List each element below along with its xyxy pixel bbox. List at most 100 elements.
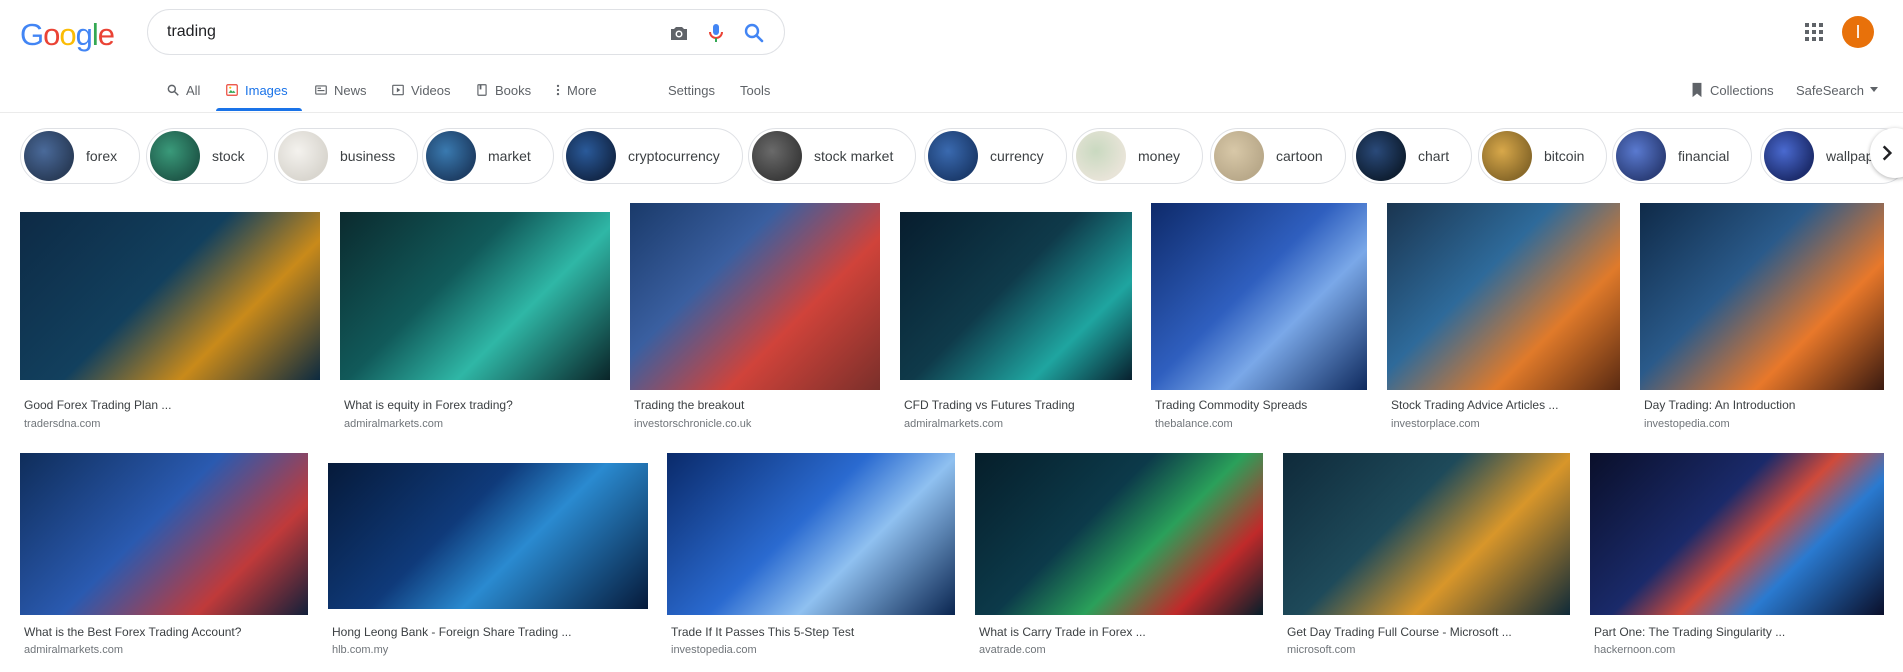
chip-stock[interactable]: stock — [146, 128, 268, 184]
logo-letter: o — [43, 17, 60, 52]
bookmark-icon — [1692, 82, 1702, 98]
image-result[interactable]: Day Trading: An Introduction investopedi… — [1640, 203, 1884, 432]
image-result[interactable]: Good Forex Trading Plan ... tradersdna.c… — [20, 212, 320, 432]
chip-money[interactable]: money — [1072, 128, 1204, 184]
result-image[interactable] — [1590, 453, 1884, 615]
result-site[interactable]: microsoft.com — [1287, 644, 1355, 656]
tab-videos[interactable]: Videos — [391, 80, 451, 100]
play-icon — [392, 84, 404, 96]
image-result[interactable]: Trade If It Passes This 5-Step Test inve… — [667, 453, 955, 663]
tab-label: Images — [245, 82, 288, 98]
chip-business[interactable]: business — [274, 128, 419, 184]
image-result[interactable]: Trading Commodity Spreads thebalance.com — [1151, 203, 1367, 432]
image-result[interactable]: Get Day Trading Full Course - Microsoft … — [1283, 453, 1570, 663]
chip-chart[interactable]: chart — [1352, 128, 1473, 184]
safesearch-dropdown[interactable]: SafeSearch — [1796, 80, 1878, 100]
tab-label: More — [567, 82, 597, 98]
microphone-icon[interactable] — [704, 21, 728, 45]
result-site[interactable]: investopedia.com — [1644, 418, 1730, 430]
result-title[interactable]: What is the Best Forex Trading Account? — [24, 625, 241, 639]
newspaper-icon — [315, 85, 327, 95]
chip-stock-market[interactable]: stock market — [748, 128, 917, 184]
result-image[interactable] — [20, 212, 320, 380]
result-image[interactable] — [340, 212, 610, 380]
result-site[interactable]: tradersdna.com — [24, 418, 100, 430]
camera-icon[interactable] — [667, 21, 691, 45]
chip-thumbnail — [426, 131, 476, 181]
result-title[interactable]: What is equity in Forex trading? — [344, 398, 513, 412]
result-site[interactable]: admiralmarkets.com — [904, 418, 1003, 430]
tab-more[interactable]: More — [555, 80, 597, 100]
chip-label: chart — [1418, 148, 1450, 164]
tab-label: News — [334, 82, 367, 98]
chip-label: financial — [1678, 148, 1730, 164]
tab-label: Videos — [411, 82, 451, 98]
image-result[interactable]: What is equity in Forex trading? admiral… — [340, 212, 610, 432]
chip-cryptocurrency[interactable]: cryptocurrency — [562, 128, 743, 184]
chip-forex[interactable]: forex — [20, 128, 141, 184]
result-site[interactable]: hlb.com.my — [332, 644, 388, 656]
google-logo[interactable]: Google — [20, 17, 115, 53]
result-image[interactable] — [975, 453, 1263, 615]
result-title[interactable]: Day Trading: An Introduction — [1644, 398, 1795, 412]
tab-images[interactable]: Images — [225, 80, 288, 100]
image-result[interactable]: Hong Leong Bank - Foreign Share Trading … — [328, 453, 648, 663]
chip-bitcoin[interactable]: bitcoin — [1478, 128, 1608, 184]
image-result[interactable]: What is Carry Trade in Forex ... avatrad… — [975, 453, 1263, 663]
result-title[interactable]: Trading Commodity Spreads — [1155, 398, 1307, 412]
result-title[interactable]: What is Carry Trade in Forex ... — [979, 625, 1146, 639]
result-site[interactable]: avatrade.com — [979, 644, 1046, 656]
result-site[interactable]: hackernoon.com — [1594, 644, 1675, 656]
result-title[interactable]: Trade If It Passes This 5-Step Test — [671, 625, 854, 639]
account-avatar[interactable]: I — [1842, 16, 1874, 48]
apps-grid-icon[interactable] — [1804, 22, 1824, 42]
chip-cartoon[interactable]: cartoon — [1210, 128, 1346, 184]
image-result[interactable]: Part One: The Trading Singularity ... ha… — [1590, 453, 1884, 663]
result-site[interactable]: investopedia.com — [671, 644, 757, 656]
image-result[interactable]: Stock Trading Advice Articles ... invest… — [1387, 203, 1620, 432]
tab-books[interactable]: Books — [475, 80, 531, 100]
result-image[interactable] — [1151, 203, 1367, 390]
chip-label: stock market — [814, 148, 894, 164]
settings-label: Settings — [668, 82, 715, 98]
search-icon — [167, 84, 179, 96]
result-title[interactable]: Trading the breakout — [634, 398, 744, 412]
result-image[interactable] — [667, 453, 955, 615]
result-title[interactable]: CFD Trading vs Futures Trading — [904, 398, 1075, 412]
result-title[interactable]: Good Forex Trading Plan ... — [24, 398, 171, 412]
tools-link[interactable]: Tools — [740, 80, 770, 100]
result-image[interactable] — [630, 203, 880, 390]
chip-thumbnail — [566, 131, 616, 181]
result-site[interactable]: thebalance.com — [1155, 418, 1233, 430]
result-site[interactable]: investorschronicle.co.uk — [634, 418, 751, 430]
chip-market[interactable]: market — [422, 128, 554, 184]
image-result[interactable]: Trading the breakout investorschronicle.… — [630, 203, 880, 432]
result-title[interactable]: Part One: The Trading Singularity ... — [1594, 625, 1785, 639]
result-title[interactable]: Get Day Trading Full Course - Microsoft … — [1287, 625, 1512, 639]
result-image[interactable] — [20, 453, 308, 615]
image-result[interactable]: What is the Best Forex Trading Account? … — [20, 453, 308, 663]
image-result[interactable]: CFD Trading vs Futures Trading admiralma… — [900, 212, 1132, 432]
result-site[interactable]: admiralmarkets.com — [24, 644, 123, 656]
settings-link[interactable]: Settings — [668, 80, 715, 100]
collections-link[interactable]: Collections — [1690, 80, 1774, 100]
search-input[interactable]: trading — [167, 23, 216, 41]
result-image[interactable] — [1387, 203, 1620, 390]
search-icon[interactable] — [742, 21, 766, 45]
tab-news[interactable]: News — [314, 80, 367, 100]
result-site[interactable]: investorplace.com — [1391, 418, 1480, 430]
result-image[interactable] — [900, 212, 1132, 380]
result-site[interactable]: admiralmarkets.com — [344, 418, 443, 430]
result-image[interactable] — [328, 463, 648, 609]
chip-currency[interactable]: currency — [924, 128, 1067, 184]
tab-all[interactable]: All — [166, 80, 200, 100]
chip-label: market — [488, 148, 531, 164]
result-image[interactable] — [1640, 203, 1884, 390]
result-title[interactable]: Stock Trading Advice Articles ... — [1391, 398, 1558, 412]
chevron-right-icon — [1882, 145, 1893, 161]
search-box[interactable]: trading — [147, 9, 785, 55]
chip-thumbnail — [150, 131, 200, 181]
chip-financial[interactable]: financial — [1612, 128, 1753, 184]
result-image[interactable] — [1283, 453, 1570, 615]
result-title[interactable]: Hong Leong Bank - Foreign Share Trading … — [332, 625, 571, 639]
